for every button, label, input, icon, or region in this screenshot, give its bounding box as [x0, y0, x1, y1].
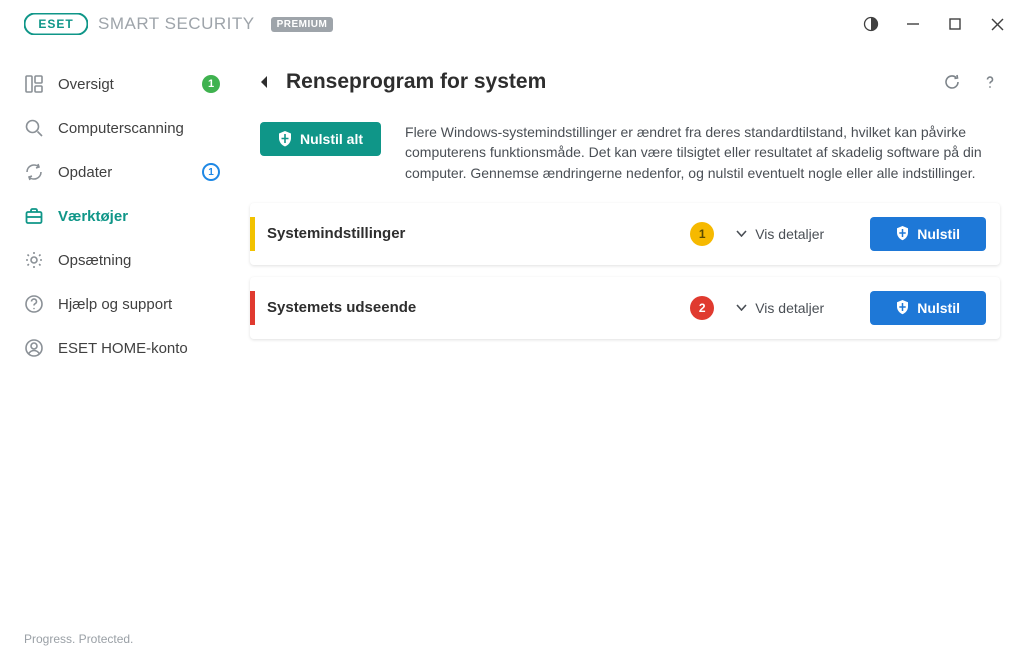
sidebar-item-label: Opsætning — [58, 252, 220, 269]
refresh-icon — [24, 162, 44, 182]
brand: ESET SMART SECURITY PREMIUM — [24, 13, 333, 35]
sidebar-item-help[interactable]: Hjælp og support — [0, 282, 240, 326]
shield-icon — [896, 226, 909, 241]
dashboard-icon — [24, 74, 44, 94]
main-content: Renseprogram for system Nulstil alt Fler… — [240, 48, 1024, 670]
sidebar-item-label: Værktøjer — [58, 208, 220, 225]
page-header: Renseprogram for system — [250, 62, 1000, 102]
sidebar-item-update[interactable]: Opdater 1 — [0, 150, 240, 194]
sidebar-item-account[interactable]: ESET HOME-konto — [0, 326, 240, 370]
settings-card-system-appearance: Systemets udseende 2 Vis detaljer Nulsti… — [250, 277, 1000, 339]
contrast-icon[interactable] — [862, 15, 880, 33]
severity-accent — [250, 291, 255, 325]
reset-all-button[interactable]: Nulstil alt — [260, 122, 381, 156]
sidebar-footer: Progress. Protected. — [0, 632, 240, 670]
show-details-toggle[interactable]: Vis detaljer — [736, 300, 846, 316]
premium-badge: PREMIUM — [271, 17, 334, 32]
card-title: Systemets udseende — [267, 299, 527, 316]
reset-label: Nulstil — [917, 226, 960, 242]
card-title: Systemindstillinger — [267, 225, 527, 242]
sidebar: Oversigt 1 Computerscanning Opdater 1 Væ… — [0, 48, 240, 670]
minimize-button[interactable] — [904, 15, 922, 33]
sidebar-item-label: Oversigt — [58, 76, 188, 93]
chevron-down-icon — [736, 304, 747, 311]
chevron-down-icon — [736, 230, 747, 237]
reset-all-label: Nulstil alt — [300, 131, 363, 147]
window-controls — [862, 15, 1012, 33]
shield-icon — [278, 131, 292, 147]
help-icon — [24, 294, 44, 314]
sidebar-badge: 1 — [202, 75, 220, 93]
sidebar-badge: 1 — [202, 163, 220, 181]
count-badge: 1 — [690, 222, 714, 246]
sidebar-item-overview[interactable]: Oversigt 1 — [0, 62, 240, 106]
show-details-toggle[interactable]: Vis detaljer — [736, 226, 846, 242]
brand-logo-icon: ESET — [24, 13, 88, 35]
settings-card-system-settings: Systemindstillinger 1 Vis detaljer Nulst… — [250, 203, 1000, 265]
sidebar-item-tools[interactable]: Værktøjer — [0, 194, 240, 238]
help-page-button[interactable] — [980, 72, 1000, 92]
gear-icon — [24, 250, 44, 270]
search-icon — [24, 118, 44, 138]
severity-accent — [250, 217, 255, 251]
refresh-page-button[interactable] — [942, 72, 962, 92]
back-button[interactable] — [256, 75, 272, 89]
close-button[interactable] — [988, 15, 1006, 33]
reset-button[interactable]: Nulstil — [870, 217, 986, 251]
sidebar-item-label: Computerscanning — [58, 120, 220, 137]
shield-icon — [896, 300, 909, 315]
maximize-button[interactable] — [946, 15, 964, 33]
intro-text: Flere Windows-systemindstillinger er ænd… — [405, 122, 995, 183]
reset-label: Nulstil — [917, 300, 960, 316]
sidebar-item-label: Hjælp og support — [58, 296, 220, 313]
briefcase-icon — [24, 206, 44, 226]
reset-button[interactable]: Nulstil — [870, 291, 986, 325]
details-label: Vis detaljer — [755, 300, 824, 316]
svg-text:ESET: ESET — [38, 17, 73, 31]
user-icon — [24, 338, 44, 358]
sidebar-item-scan[interactable]: Computerscanning — [0, 106, 240, 150]
sidebar-item-setup[interactable]: Opsætning — [0, 238, 240, 282]
count-badge: 2 — [690, 296, 714, 320]
page-title: Renseprogram for system — [286, 70, 546, 94]
sidebar-item-label: Opdater — [58, 164, 188, 181]
titlebar: ESET SMART SECURITY PREMIUM — [0, 0, 1024, 48]
sidebar-item-label: ESET HOME-konto — [58, 340, 220, 357]
details-label: Vis detaljer — [755, 226, 824, 242]
product-name: SMART SECURITY — [98, 14, 255, 34]
